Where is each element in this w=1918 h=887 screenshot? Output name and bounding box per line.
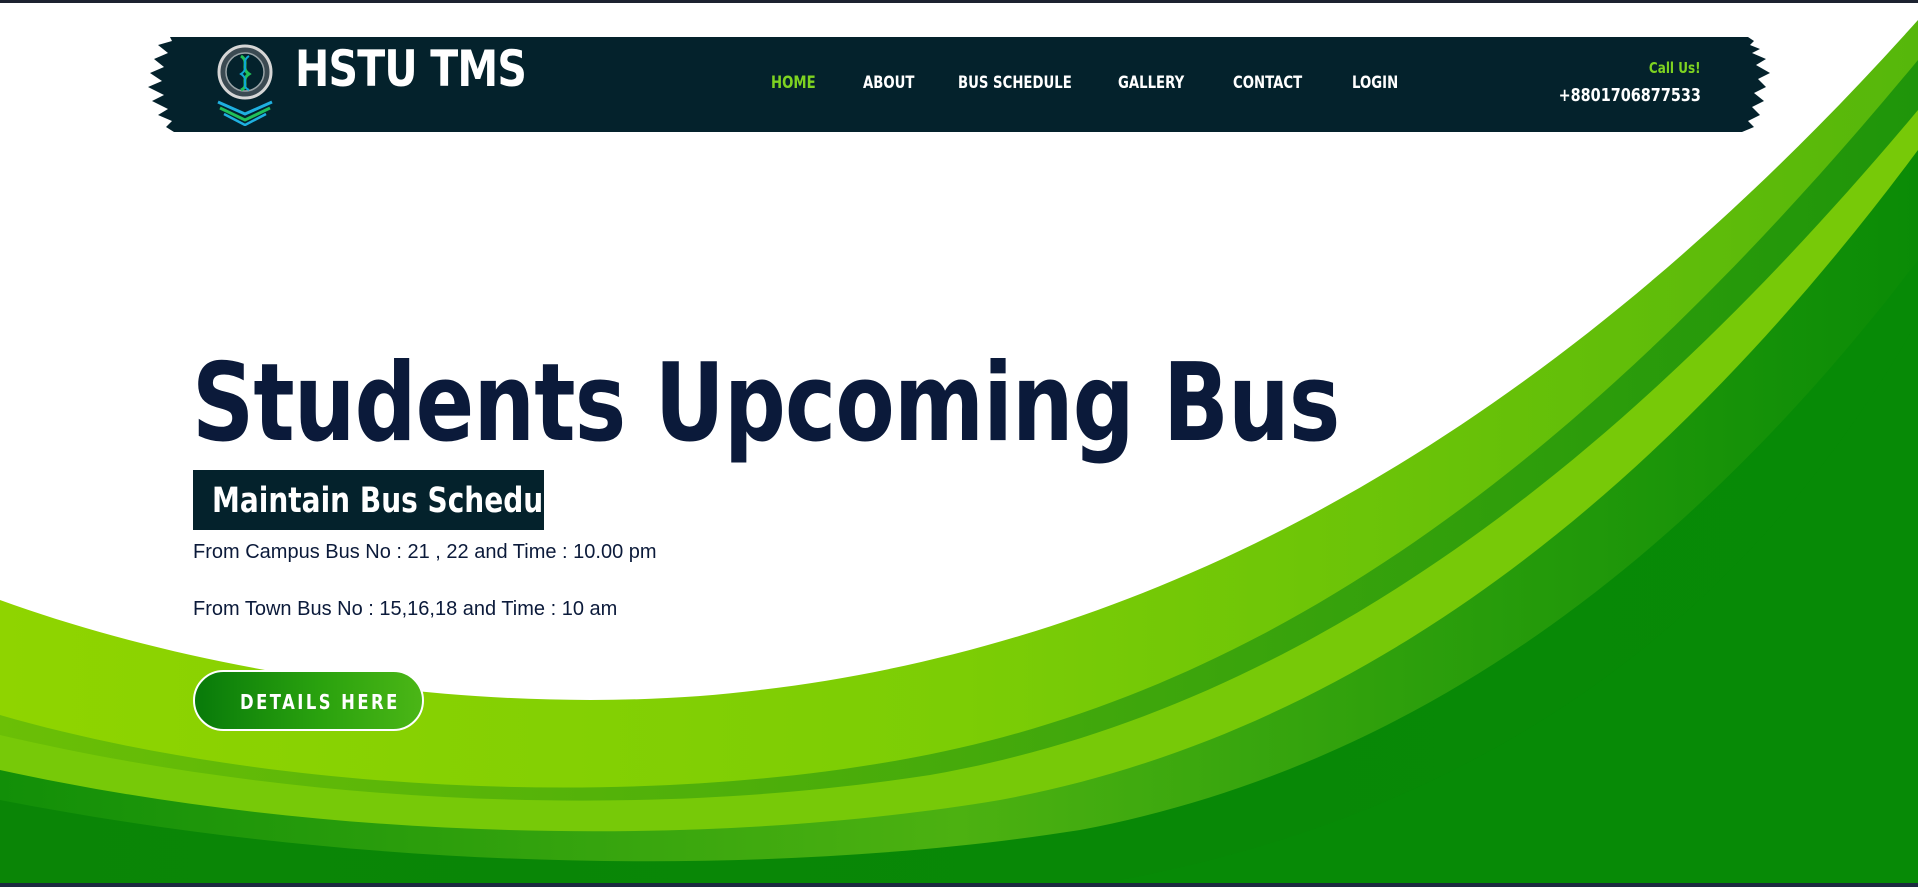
nav-gallery[interactable]: GALLERY <box>1118 71 1184 95</box>
nav-contact[interactable]: CONTACT <box>1233 71 1302 95</box>
hero-badge-text: Maintain Bus Schedule <box>212 481 572 521</box>
nav-bus-schedule[interactable]: BUS SCHEDULE <box>958 71 1072 95</box>
call-us-label: Call Us! <box>1649 59 1701 77</box>
site-header: HSTU TMS HOME ABOUT BUS SCHEDULE GALLERY… <box>148 35 1770 132</box>
details-here-label: DETAILS HERE <box>240 690 400 714</box>
brand-name[interactable]: HSTU TMS <box>295 39 527 99</box>
university-seal-icon <box>217 44 273 126</box>
nav-login[interactable]: LOGIN <box>1352 71 1398 95</box>
hero-title: Students Upcoming Bus <box>192 341 1340 466</box>
details-here-button[interactable]: DETAILS HERE <box>193 670 424 731</box>
town-bus-info: From Town Bus No : 15,16,18 and Time : 1… <box>193 598 618 620</box>
campus-bus-info: From Campus Bus No : 21 , 22 and Time : … <box>193 541 657 563</box>
hero-badge: Maintain Bus Schedule <box>193 470 572 530</box>
nav-home[interactable]: HOME <box>771 71 816 95</box>
nav-about[interactable]: ABOUT <box>863 71 914 95</box>
phone-number[interactable]: +8801706877533 <box>1559 85 1701 106</box>
bottom-border <box>0 883 1918 887</box>
